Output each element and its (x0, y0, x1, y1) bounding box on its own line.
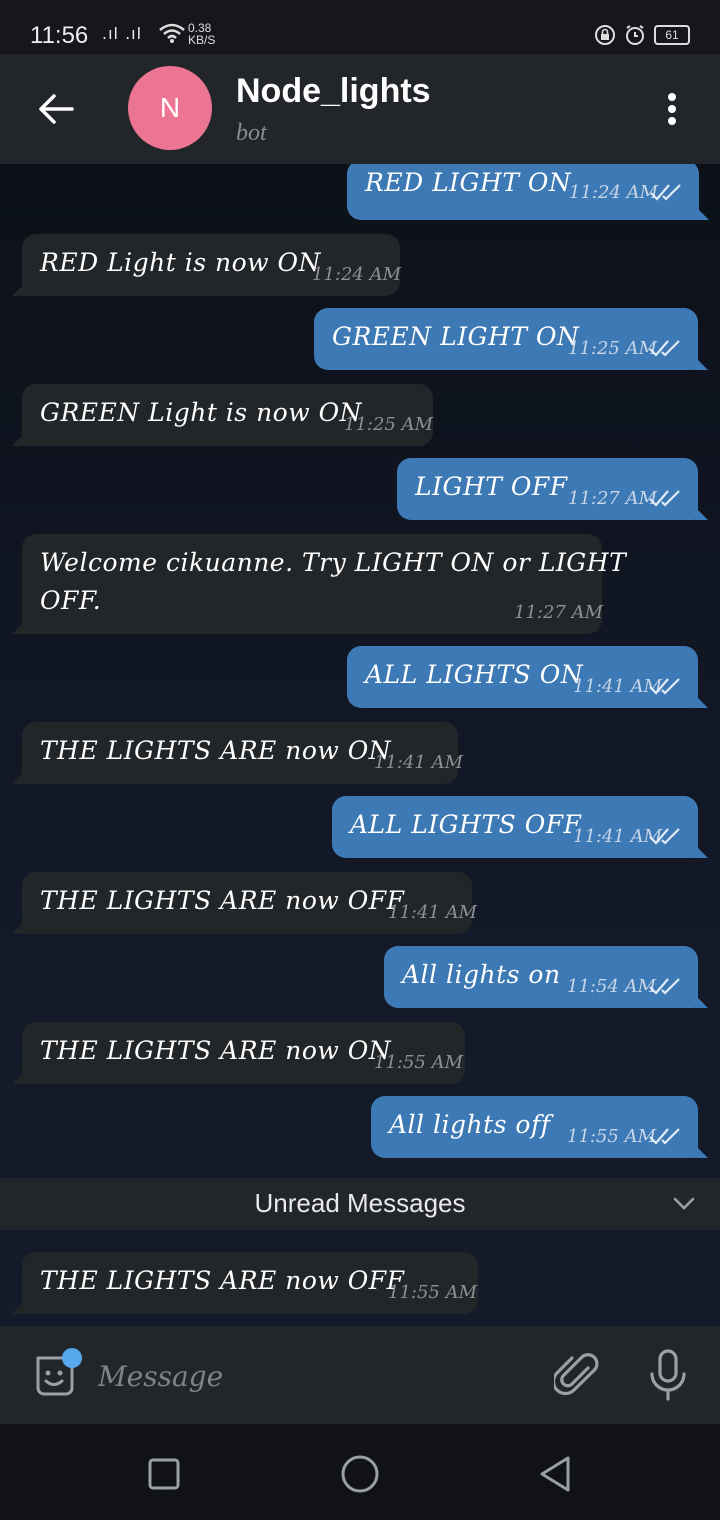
microphone-icon[interactable] (648, 1348, 688, 1402)
message-time: 11:55 AM (374, 1052, 464, 1073)
message-input[interactable] (96, 1350, 530, 1402)
message-composer (0, 1326, 720, 1424)
signal-icon: .ıl .ıl (102, 24, 143, 43)
message-text: GREEN Light is now ON (40, 398, 362, 427)
outgoing-message[interactable]: All lights on 11:54 AM (384, 946, 708, 1008)
message-text: THE LIGHTS ARE now ON (40, 1036, 392, 1065)
message-time: 11:54 AM (567, 976, 657, 997)
outgoing-message[interactable]: ALL LIGHTS ON 11:41 AM (347, 646, 708, 708)
incoming-message[interactable]: RED Light is now ON 11:24 AM (12, 234, 402, 296)
double-check-icon (649, 828, 680, 845)
alarm-icon (626, 25, 644, 45)
message-time: 11:27 AM (568, 488, 658, 509)
chevron-down-icon[interactable] (672, 1194, 696, 1212)
message-text: THE LIGHTS ARE now ON (40, 736, 392, 765)
back-arrow-icon[interactable] (36, 92, 76, 126)
message-time: 11:24 AM (569, 182, 659, 203)
incoming-message[interactable]: THE LIGHTS ARE now OFF 11:41 AM (12, 872, 477, 934)
incoming-message[interactable]: THE LIGHTS ARE now ON 11:55 AM (12, 1022, 465, 1084)
status-bar: 11:56 .ıl .ıl 0.38 KB/S 61 (0, 0, 720, 54)
battery-icon: 61 (654, 25, 690, 45)
recent-apps-icon[interactable] (142, 1452, 186, 1496)
message-text: LIGHT OFF (415, 472, 568, 501)
incoming-message[interactable]: Welcome cikuanne. Try LIGHT ON or LIGHT … (12, 534, 626, 634)
chat-title[interactable]: Node_lights (236, 72, 431, 111)
message-text: All lights off (389, 1110, 551, 1139)
message-text-line1: Welcome cikuanne. Try LIGHT ON or LIGHT (40, 548, 627, 577)
outgoing-message[interactable]: LIGHT OFF 11:27 AM (397, 458, 708, 520)
double-check-icon (649, 978, 680, 995)
network-speed-unit: KB/S (188, 33, 216, 47)
incoming-message[interactable]: THE LIGHTS ARE now ON 11:41 AM (12, 722, 463, 784)
double-check-icon (649, 1128, 680, 1145)
message-text: All lights on (402, 960, 561, 989)
message-time: 11:25 AM (344, 414, 434, 435)
message-text: ALL LIGHTS OFF (350, 810, 582, 839)
home-icon[interactable] (338, 1452, 382, 1496)
more-menu-icon[interactable] (662, 90, 682, 130)
message-text: THE LIGHTS ARE now OFF (40, 1266, 405, 1295)
message-text: ALL LIGHTS ON (365, 660, 584, 689)
network-speed: 0.38 KB/S (188, 22, 215, 46)
message-time: 11:24 AM (312, 264, 402, 285)
message-time: 11:55 AM (388, 1282, 478, 1303)
outgoing-message[interactable]: All lights off 11:55 AM (371, 1096, 708, 1158)
chat-subtitle: bot (236, 120, 267, 146)
message-text: RED LIGHT ON (365, 168, 572, 197)
message-time: 11:27 AM (514, 602, 604, 623)
message-time: 11:41 AM (388, 902, 478, 923)
paperclip-icon[interactable] (554, 1350, 600, 1400)
message-time: 11:25 AM (568, 338, 658, 359)
lock-rotation-icon (595, 25, 615, 45)
message-time: 11:55 AM (567, 1126, 657, 1147)
message-text: GREEN LIGHT ON (332, 322, 580, 351)
outgoing-message[interactable]: GREEN LIGHT ON 11:25 AM (314, 308, 708, 370)
message-time: 11:41 AM (374, 752, 464, 773)
incoming-message[interactable]: THE LIGHTS ARE now OFF 11:55 AM (12, 1252, 478, 1314)
system-nav-bar (0, 1424, 720, 1520)
message-text: THE LIGHTS ARE now OFF (40, 886, 405, 915)
status-time: 11:56 (30, 22, 89, 49)
sticker-badge (62, 1348, 82, 1368)
message-list[interactable]: RED LIGHT ON 11:24 AM RED Light is now O… (0, 164, 720, 1326)
back-triangle-icon[interactable] (534, 1452, 578, 1496)
double-check-icon (649, 340, 680, 357)
message-text-line2: OFF. (40, 586, 102, 615)
double-check-icon (650, 184, 681, 201)
unread-label: Unread Messages (254, 1188, 466, 1218)
outgoing-message[interactable]: ALL LIGHTS OFF 11:41 AM (332, 796, 708, 858)
incoming-message[interactable]: GREEN Light is now ON 11:25 AM (12, 384, 434, 446)
unread-messages-divider: Unread Messages (0, 1178, 720, 1230)
double-check-icon (649, 678, 680, 695)
avatar[interactable]: N (128, 66, 212, 150)
chat-header: N Node_lights bot (0, 54, 720, 164)
message-text: RED Light is now ON (40, 248, 321, 277)
wifi-icon (159, 23, 185, 43)
outgoing-message[interactable]: RED LIGHT ON 11:24 AM (347, 164, 709, 220)
double-check-icon (649, 490, 680, 507)
